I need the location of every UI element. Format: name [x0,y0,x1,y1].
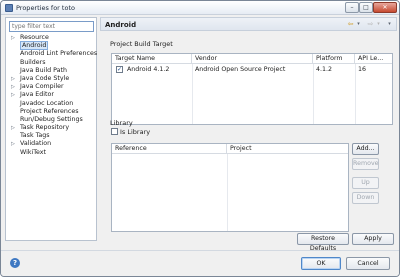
target-api-cell: 16 [358,66,367,73]
library-table-header: Reference Project [112,144,348,154]
column-header-target-name[interactable]: Target Name [112,54,192,64]
move-up-button[interactable]: Up [352,177,379,189]
page-title: Android [105,21,137,29]
close-button[interactable]: ✕ [373,2,397,13]
help-icon[interactable]: ? [10,258,20,268]
property-page-content: Android ⇦ ▾ ⇨ ▾ ▾ Project Build Target T… [100,17,397,252]
sidebar-item-label: Builders [20,58,46,66]
sidebar-item-label: Task Repository [20,124,70,132]
column-header-platform[interactable]: Platform [313,54,355,64]
tree-expand-icon[interactable]: ▷ [11,91,15,99]
library-section-label: Library [110,119,133,127]
sidebar-item-label: Validation [20,140,52,148]
sidebar-item-label: Java Build Path [20,66,67,74]
properties-dialog: Properties for toto – □ ✕ ▷ResourceAndro… [0,0,400,277]
sidebar-item-java-compiler[interactable]: ▷ Java Compiler [8,83,96,91]
target-name-cell: Android 4.1.2 [127,66,170,73]
tree-expand-icon[interactable]: ▷ [11,140,15,148]
sidebar-item-label: Javadoc Location [20,99,74,107]
window-title: Properties for toto [16,4,75,12]
column-header-api-level[interactable]: API Le... [355,54,394,64]
sidebar-item-javadoc-location[interactable]: Javadoc Location [8,100,96,108]
tree-expand-icon[interactable]: ▷ [11,124,15,132]
sidebar-item-java-editor[interactable]: ▷ Java Editor [8,91,96,99]
sidebar-item-task-repository[interactable]: ▷ Task Repository [8,124,96,132]
filter-input[interactable] [9,21,94,32]
app-icon [5,4,13,12]
sidebar-item-task-tags[interactable]: Task Tags [8,132,96,140]
maximize-button[interactable]: □ [359,2,373,13]
sidebar-item-android[interactable]: Android [8,41,96,51]
back-menu-icon[interactable]: ▾ [355,20,362,29]
build-target-table: Target Name Vendor Platform API Le... ✓ … [111,53,393,125]
move-down-button[interactable]: Down [352,192,379,204]
column-header-reference[interactable]: Reference [112,144,227,154]
build-target-section-label: Project Build Target [110,40,173,48]
add-library-button[interactable]: Add... [352,143,379,155]
sidebar-item-builders[interactable]: Builders [8,59,96,67]
sidebar-item-label: Run/Debug Settings [20,115,83,123]
remove-library-button[interactable]: Remove [352,158,379,170]
sidebar-item-label: Android Lint Preferences [20,50,98,58]
sidebar-item-run-debug-settings[interactable]: Run/Debug Settings [8,116,96,124]
is-library-checkbox[interactable] [111,128,118,135]
sidebar-item-label: Java Code Style [20,74,70,82]
column-header-vendor[interactable]: Vendor [192,54,313,64]
sidebar-item-label: Java Editor [20,91,54,99]
forward-menu-icon[interactable]: ▾ [375,20,382,29]
is-library-label: Is Library [120,128,151,136]
cancel-button[interactable]: Cancel [346,257,390,270]
library-reference-table: Reference Project [111,143,349,232]
minimize-button[interactable]: – [345,2,359,13]
target-vendor-cell: Android Open Source Project [195,66,286,73]
sidebar-item-wikitext[interactable]: WikiText [8,149,96,157]
restore-defaults-button[interactable]: Restore Defaults [297,233,349,252]
property-page-tree-pane: ▷ ResourceAndroidAndroid Lint Preferences… [5,17,97,241]
property-page-tree: ▷ Resource Android Android Lint Preferences… [8,34,98,157]
tree-expand-icon[interactable]: ▷ [11,75,15,83]
sidebar-item-java-code-style[interactable]: ▷ Java Code Style [8,75,96,83]
ok-button[interactable]: OK [301,257,341,270]
sidebar-item-label: Android [20,41,49,51]
target-platform-cell: 4.1.2 [316,66,333,73]
view-menu-icon[interactable]: ▾ [385,20,394,29]
title-bar: Properties for toto – □ ✕ [1,1,399,15]
sidebar-item-label: Resource [20,34,49,41]
tree-expand-icon[interactable]: ▷ [11,83,15,91]
sidebar-item-label: WikiText [20,148,46,156]
sidebar-item-label: Project References [20,107,79,115]
column-header-project[interactable]: Project [227,144,350,154]
sidebar-item-java-build-path[interactable]: Java Build Path [8,67,96,75]
sidebar-item-project-references[interactable]: Project References [8,108,96,116]
dialog-button-bar: ? OK Cancel [1,250,399,276]
sidebar-item-label: Task Tags [20,132,50,140]
page-header: Android ⇦ ▾ ⇨ ▾ ▾ [100,17,397,31]
apply-button[interactable]: Apply [352,233,394,245]
build-target-table-header: Target Name Vendor Platform API Le... [112,54,392,64]
sidebar-item-label: Java Compiler [20,83,64,91]
tree-expand-icon[interactable]: ▷ [11,34,15,42]
sidebar-item-android-lint-preferences[interactable]: Android Lint Preferences [8,50,98,58]
sidebar-item-validation[interactable]: ▷ Validation [8,140,96,148]
target-checkbox[interactable]: ✓ [116,66,123,73]
